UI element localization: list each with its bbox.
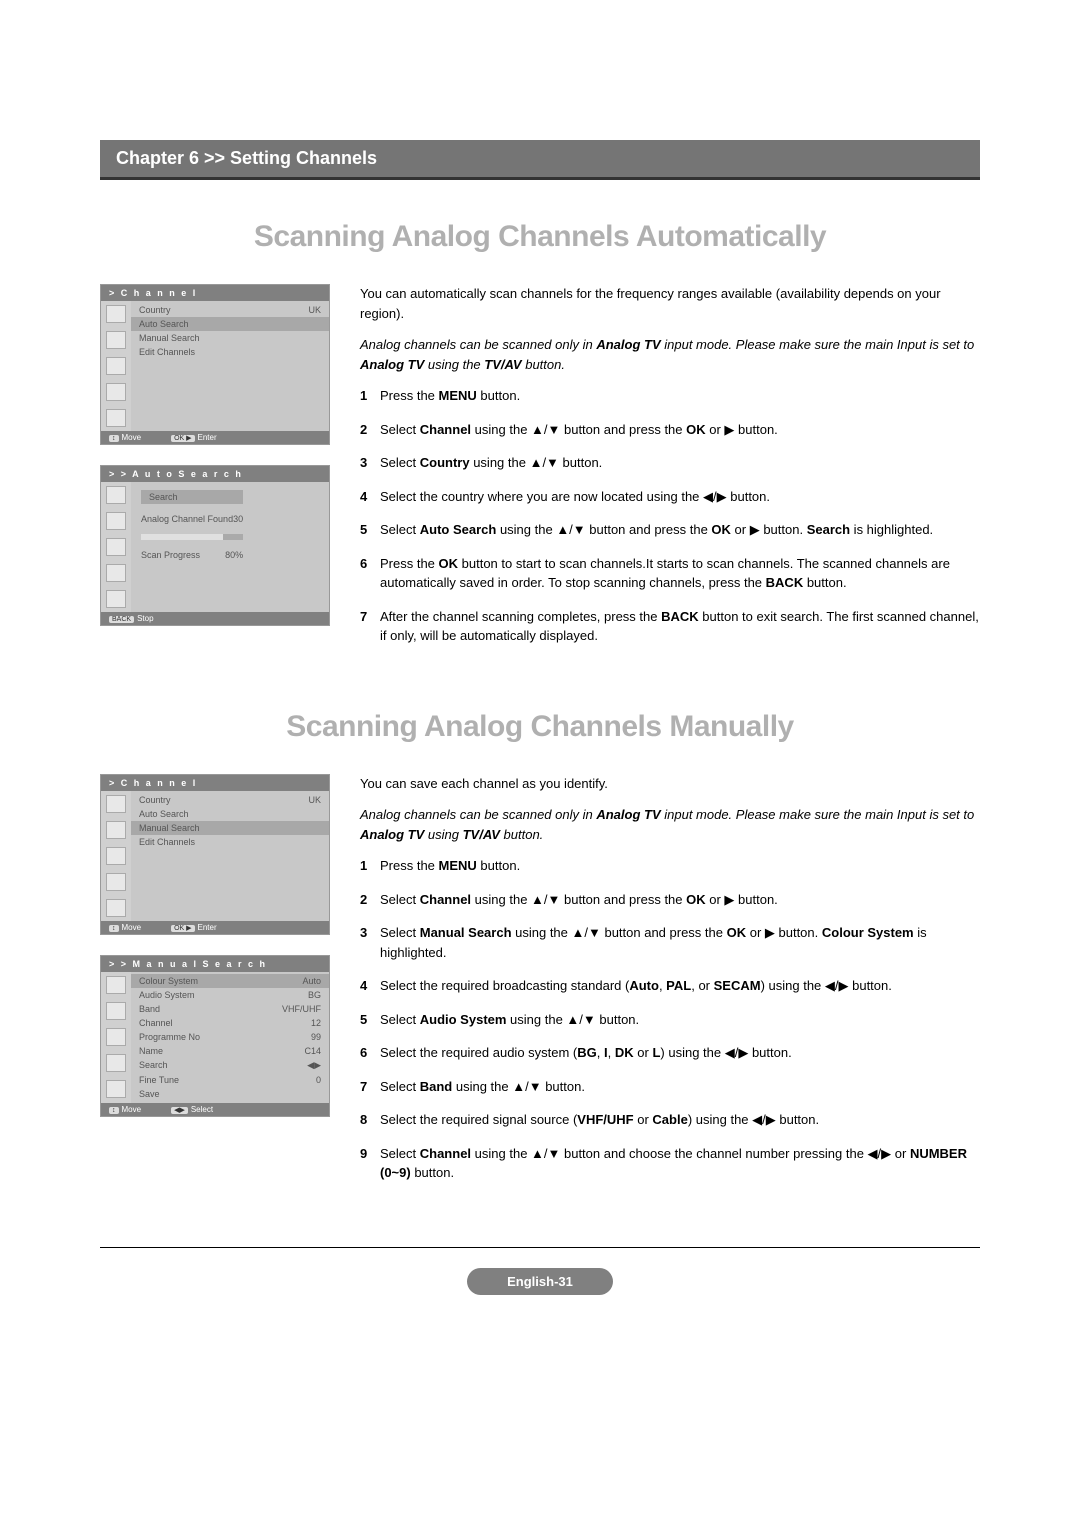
menu-item: CountryUK xyxy=(131,793,329,807)
menu-icon xyxy=(106,873,126,891)
menu-icon xyxy=(106,1054,126,1072)
menu-title: > > M a n u a l S e a r c h xyxy=(101,956,329,972)
step-item: 3Select Manual Search using the ▲/▼ butt… xyxy=(360,923,980,962)
menu-item: Search◀▶ xyxy=(131,1058,329,1073)
page-number-label: English-31 xyxy=(467,1268,613,1295)
menu-title: > > A u t o S e a r c h xyxy=(101,466,329,482)
menu-icon xyxy=(106,512,126,530)
menu-title: > C h a n n e l xyxy=(101,775,329,791)
progress-bar xyxy=(141,534,243,540)
intro-text: You can save each channel as you identif… xyxy=(360,774,980,794)
note-text: Analog channels can be scanned only in A… xyxy=(360,335,980,374)
menu-icon xyxy=(106,305,126,323)
menu-icon xyxy=(106,590,126,608)
menu-icon xyxy=(106,899,126,917)
step-item: 3Select Country using the ▲/▼ button. xyxy=(360,453,980,473)
menu-icon xyxy=(106,1028,126,1046)
menu-icon xyxy=(106,486,126,504)
menu-item: NameC14 xyxy=(131,1044,329,1058)
menu-icon xyxy=(106,976,126,994)
menu-icon xyxy=(106,1002,126,1020)
menu-item: Colour SystemAuto xyxy=(131,974,329,988)
menu-item: Manual Search xyxy=(131,331,329,345)
menu-icon-strip xyxy=(101,791,131,921)
menu-item-list: Colour SystemAutoAudio SystemBGBandVHF/U… xyxy=(131,972,329,1103)
menu-item-list: CountryUKAuto SearchManual SearchEdit Ch… xyxy=(131,791,329,921)
step-item: 6Select the required audio system (BG, I… xyxy=(360,1043,980,1063)
menu-item: Save xyxy=(131,1087,329,1101)
step-item: 7Select Band using the ▲/▼ button. xyxy=(360,1077,980,1097)
menu-channel-manual: > C h a n n e l CountryUKAuto SearchManu… xyxy=(100,774,330,935)
menu-footer: ↕Move ◀▶Select xyxy=(101,1103,329,1116)
note-text: Analog channels can be scanned only in A… xyxy=(360,805,980,844)
section-title-manual: Scanning Analog Channels Manually xyxy=(100,710,980,744)
step-item: 5Select Audio System using the ▲/▼ butto… xyxy=(360,1010,980,1030)
menu-title: > C h a n n e l xyxy=(101,285,329,301)
step-item: 9Select Channel using the ▲/▼ button and… xyxy=(360,1144,980,1183)
step-item: 7After the channel scanning completes, p… xyxy=(360,607,980,646)
menu-icon xyxy=(106,357,126,375)
menu-icon-strip xyxy=(101,482,131,612)
menu-item: Programme No99 xyxy=(131,1030,329,1044)
menu-icon-strip xyxy=(101,301,131,431)
menu-item: Audio SystemBG xyxy=(131,988,329,1002)
intro-text: You can automatically scan channels for … xyxy=(360,284,980,323)
step-item: 6Press the OK button to start to scan ch… xyxy=(360,554,980,593)
step-list: 1Press the MENU button. 2Select Channel u… xyxy=(360,856,980,1183)
step-list: 1Press the MENU button. 2Select Channel u… xyxy=(360,386,980,646)
menu-manual-search: > > M a n u a l S e a r c h Colour Syste… xyxy=(100,955,330,1117)
menu-auto-search: > > A u t o S e a r c h Search Analog Ch… xyxy=(100,465,330,626)
menu-item-list: CountryUKAuto SearchManual SearchEdit Ch… xyxy=(131,301,329,431)
step-item: 4Select the required broadcasting standa… xyxy=(360,976,980,996)
menu-channel-auto: > C h a n n e l CountryUKAuto SearchManu… xyxy=(100,284,330,445)
menu-item: Fine Tune0 xyxy=(131,1073,329,1087)
menu-icon xyxy=(106,383,126,401)
menu-footer: ↕Move OK ▶Enter xyxy=(101,921,329,934)
menu-icon xyxy=(106,795,126,813)
menu-icon xyxy=(106,409,126,427)
progress-panel: Search Analog Channel Found30 Scan Progr… xyxy=(131,482,253,612)
step-item: 8Select the required signal source (VHF/… xyxy=(360,1110,980,1130)
menu-icon xyxy=(106,331,126,349)
menu-footer: ↕Move OK ▶Enter xyxy=(101,431,329,444)
menu-item: CountryUK xyxy=(131,303,329,317)
menu-icon-strip xyxy=(101,972,131,1103)
step-item: 5Select Auto Search using the ▲/▼ button… xyxy=(360,520,980,540)
menu-icon xyxy=(106,821,126,839)
page-footer: English-31 xyxy=(100,1247,980,1295)
chapter-header: Chapter 6 >> Setting Channels xyxy=(100,140,980,180)
step-item: 1Press the MENU button. xyxy=(360,856,980,876)
step-item: 2Select Channel using the ▲/▼ button and… xyxy=(360,420,980,440)
menu-icon xyxy=(106,847,126,865)
menu-item: Edit Channels xyxy=(131,835,329,849)
menu-item: Manual Search xyxy=(131,821,329,835)
step-item: 2Select Channel using the ▲/▼ button and… xyxy=(360,890,980,910)
menu-icon xyxy=(106,538,126,556)
menu-item: BandVHF/UHF xyxy=(131,1002,329,1016)
menu-item: Auto Search xyxy=(131,317,329,331)
menu-item: Channel12 xyxy=(131,1016,329,1030)
menu-icon xyxy=(106,1080,126,1098)
section-title-auto: Scanning Analog Channels Automatically xyxy=(100,220,980,254)
step-item: 1Press the MENU button. xyxy=(360,386,980,406)
search-row: Search xyxy=(141,490,243,504)
menu-icon xyxy=(106,564,126,582)
menu-item: Auto Search xyxy=(131,807,329,821)
step-item: 4Select the country where you are now lo… xyxy=(360,487,980,507)
menu-item: Edit Channels xyxy=(131,345,329,359)
menu-footer: BACKStop xyxy=(101,612,329,625)
